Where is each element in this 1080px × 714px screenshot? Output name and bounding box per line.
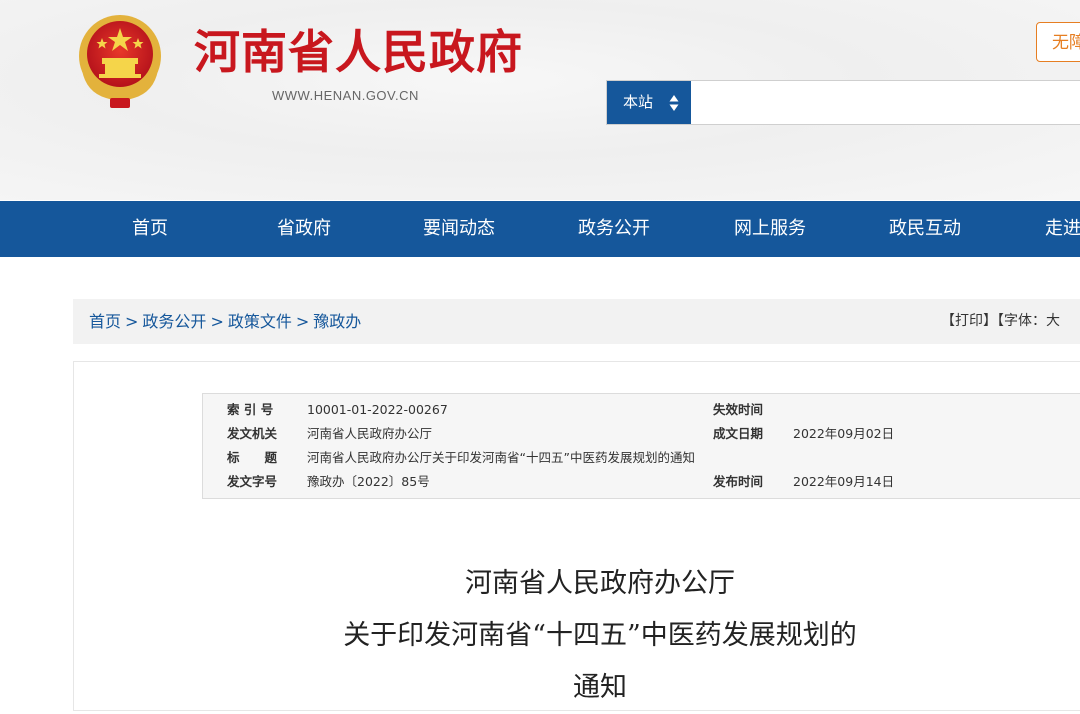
nav-item-interaction[interactable]: 政民互动	[889, 201, 961, 257]
search-input[interactable]	[693, 81, 1080, 126]
breadcrumb-separator: >	[210, 312, 224, 331]
main-nav: 首页 省政府 要闻动态 政务公开 网上服务 政民互动 走进河南	[0, 201, 1080, 257]
document-title: 河南省人民政府办公厅 关于印发河南省“十四五”中医药发展规划的 通知	[300, 558, 900, 714]
document-title-line: 关于印发河南省“十四五”中医药发展规划的	[343, 620, 857, 651]
print-button[interactable]: 【打印】	[941, 313, 997, 329]
nav-item-online-services[interactable]: 网上服务	[734, 201, 806, 257]
select-updown-icon	[669, 95, 679, 111]
nav-item-about-henan[interactable]: 走进河南	[1045, 201, 1080, 257]
accessibility-button[interactable]: 无障碍	[1036, 22, 1080, 62]
nav-item-open-affairs[interactable]: 政务公开	[578, 201, 650, 257]
breadcrumb-separator: >	[125, 312, 139, 331]
nav-item-news[interactable]: 要闻动态	[423, 201, 495, 257]
breadcrumb-policy-docs[interactable]: 政策文件	[228, 312, 292, 331]
site-url: WWW.HENAN.GOV.CN	[272, 88, 419, 103]
meta-issuer-value: 河南省人民政府办公厅	[307, 426, 433, 441]
meta-index-label: 索 引 号	[227, 402, 274, 417]
search-scope-label: 本站	[623, 93, 654, 111]
breadcrumb-home[interactable]: 首页	[89, 312, 121, 331]
breadcrumb-open-affairs[interactable]: 政务公开	[142, 312, 206, 331]
font-large-button[interactable]: 大	[1046, 313, 1060, 329]
meta-row: 发文机关 河南省人民政府办公厅 成文日期 2022年09月02日	[203, 422, 1080, 446]
meta-created-value: 2022年09月02日	[793, 426, 895, 441]
meta-subject-value: 河南省人民政府办公厅关于印发河南省“十四五”中医药发展规划的通知	[307, 450, 695, 465]
document-meta-table: 索 引 号 10001-01-2022-00267 失效时间 发文机关 河南省人…	[202, 393, 1080, 499]
breadcrumb-bar: 首页 > 政务公开 > 政策文件 > 豫政办 【打印】【字体：大	[73, 299, 1080, 344]
site-header: 河南省人民政府 WWW.HENAN.GOV.CN 无障碍 本站	[0, 0, 1080, 200]
meta-docno-value: 豫政办〔2022〕85号	[307, 474, 430, 489]
nav-item-government[interactable]: 省政府	[277, 201, 331, 257]
meta-issuer-label: 发文机关	[227, 426, 278, 441]
breadcrumb: 首页 > 政务公开 > 政策文件 > 豫政办	[89, 299, 361, 344]
meta-row: 索 引 号 10001-01-2022-00267 失效时间	[203, 398, 1080, 422]
breadcrumb-separator: >	[295, 312, 310, 331]
meta-row: 发文字号 豫政办〔2022〕85号 发布时间 2022年09月14日	[203, 470, 1080, 494]
search-box: 本站	[606, 80, 1080, 126]
meta-subject-label: 标 题	[227, 450, 278, 465]
meta-docno-label: 发文字号	[227, 474, 278, 489]
nav-item-home[interactable]: 首页	[132, 201, 168, 257]
document-title-line: 河南省人民政府办公厅	[465, 568, 735, 599]
meta-published-label: 发布时间	[713, 474, 764, 489]
page-tools: 【打印】【字体：大	[941, 299, 1060, 344]
font-size-label: 【字体：	[997, 313, 1046, 329]
meta-created-label: 成文日期	[713, 426, 764, 441]
meta-published-value: 2022年09月14日	[793, 474, 895, 489]
meta-row: 标 题 河南省人民政府办公厅关于印发河南省“十四五”中医药发展规划的通知	[203, 446, 1080, 470]
search-scope-select[interactable]: 本站	[607, 81, 691, 124]
national-emblem-icon	[79, 15, 161, 108]
meta-expire-label: 失效时间	[713, 402, 764, 417]
site-title[interactable]: 河南省人民政府	[194, 24, 523, 80]
meta-index-value: 10001-01-2022-00267	[307, 402, 448, 417]
breadcrumb-yuzhengban[interactable]: 豫政办	[313, 312, 361, 331]
document-title-line: 通知	[573, 672, 627, 703]
